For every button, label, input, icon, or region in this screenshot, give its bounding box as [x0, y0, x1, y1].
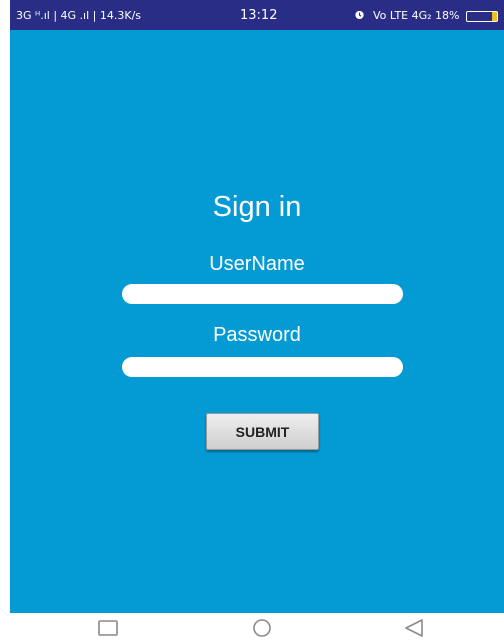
navigation-bar [0, 613, 504, 642]
network-status: 3G ᴴ.ıl | 4G .ıl | 14.3K/s [16, 9, 142, 22]
circle-home-icon[interactable] [250, 618, 274, 638]
status-right-group: Vo LTE 4G₂ 18% [354, 9, 498, 23]
submit-button[interactable]: SUBMIT [206, 413, 319, 450]
battery-level [492, 11, 497, 21]
password-label: Password [213, 324, 301, 346]
username-label: UserName [209, 253, 305, 275]
triangle-back-icon[interactable] [402, 618, 426, 638]
status-bar: 3G ᴴ.ıl | 4G .ıl | 14.3K/s 13:12 Vo LTE … [10, 0, 504, 30]
square-recent-apps-icon[interactable] [96, 618, 120, 638]
login-screen: Sign in UserName Password SUBMIT [10, 30, 504, 613]
password-input[interactable] [122, 357, 403, 377]
page-title: Sign in [212, 191, 302, 223]
clock: 13:12 [240, 8, 278, 23]
signal-battery-text: Vo LTE 4G₂ 18% [372, 9, 460, 22]
battery-icon [466, 10, 498, 22]
username-input[interactable] [122, 284, 403, 304]
alarm-clock-icon [354, 9, 365, 23]
phone-screen: 3G ᴴ.ıl | 4G .ıl | 14.3K/s 13:12 Vo LTE … [0, 0, 504, 642]
